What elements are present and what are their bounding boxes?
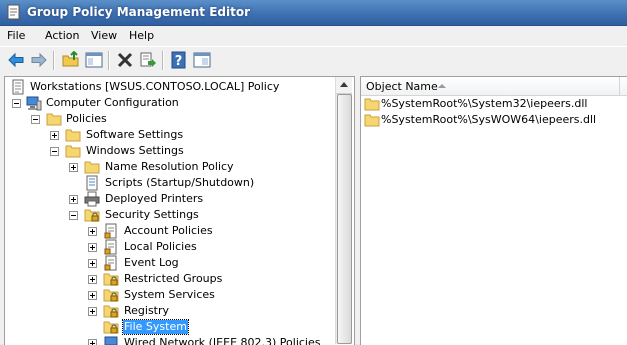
details-pane[interactable]: Object Name %SystemRoot%\System32\iepeer… [360, 76, 627, 345]
policy-icon [104, 255, 117, 271]
delete-icon[interactable] [116, 51, 134, 69]
toolbar-separator [53, 51, 55, 70]
tree-vertical-scrollbar[interactable] [335, 77, 352, 344]
folder-icon [65, 129, 81, 142]
policy-icon [104, 223, 117, 239]
toolbar-separator [162, 51, 164, 70]
folder-icon [364, 114, 380, 127]
expand-icon[interactable] [50, 131, 59, 140]
tree-node-label: System Services [124, 288, 215, 301]
list-item-label: %SystemRoot%\SysWOW64\iepeers.dll [381, 113, 597, 126]
tree-node-label: Scripts (Startup/Shutdown) [105, 176, 255, 189]
tree-node-label-selected: File System [122, 319, 189, 335]
collapse-icon[interactable] [69, 211, 78, 220]
menu-file[interactable]: File [7, 29, 25, 42]
back-icon[interactable] [7, 51, 25, 69]
tree-node-label: Account Policies [124, 224, 213, 237]
folder-icon [65, 145, 81, 158]
list-item[interactable]: %SystemRoot%\SysWOW64\iepeers.dll [361, 112, 627, 128]
tree-node-label: Windows Settings [86, 144, 184, 157]
collapse-icon[interactable] [31, 115, 40, 124]
tree-node-label: Event Log [124, 256, 179, 269]
expand-icon[interactable] [88, 275, 97, 284]
scroll-up-icon[interactable] [336, 77, 352, 94]
console-tree[interactable]: Workstations [WSUS.CONTOSO.LOCAL] Policy… [4, 76, 355, 345]
scripts-icon [86, 175, 98, 191]
policy-document-icon [12, 79, 24, 95]
collapse-icon[interactable] [12, 99, 21, 108]
tree-node-label: Local Policies [124, 240, 197, 253]
printer-icon [84, 191, 100, 207]
menu-action[interactable]: Action [45, 29, 79, 42]
title-bar: Group Policy Management Editor [0, 0, 627, 26]
policy-icon [104, 239, 117, 255]
expand-icon[interactable] [88, 307, 97, 316]
toolbar-separator [108, 51, 110, 70]
properties-icon[interactable] [193, 51, 211, 69]
column-header-object-name[interactable]: Object Name [361, 77, 627, 96]
menu-help[interactable]: Help [129, 29, 154, 42]
security-folder-icon [103, 321, 119, 334]
column-divider[interactable] [619, 77, 620, 95]
folder-icon [46, 113, 62, 126]
menu-view[interactable]: View [91, 29, 117, 42]
collapse-icon[interactable] [50, 147, 59, 156]
expand-icon[interactable] [88, 259, 97, 268]
expand-icon[interactable] [69, 163, 78, 172]
tree-node-label: Name Resolution Policy [105, 160, 234, 173]
folder-icon [84, 161, 100, 174]
sort-ascending-icon [438, 84, 446, 88]
svg-text:?: ? [175, 54, 183, 69]
tree-node-label: Security Settings [105, 208, 199, 221]
list-item[interactable]: %SystemRoot%\System32\iepeers.dll [361, 96, 627, 112]
list-item-label: %SystemRoot%\System32\iepeers.dll [381, 97, 588, 110]
menu-bar: File Action View Help [0, 26, 627, 46]
gpme-app-icon [7, 4, 20, 20]
column-header-label: Object Name [366, 80, 438, 93]
export-list-icon[interactable] [139, 51, 157, 69]
expand-icon[interactable] [88, 339, 97, 345]
tree-node-label: Policies [66, 112, 107, 125]
tree-node-label: Restricted Groups [124, 272, 223, 285]
security-folder-icon [103, 273, 119, 286]
folder-icon [364, 98, 380, 111]
tree-node-label: Software Settings [86, 128, 184, 141]
tree-node-label: Deployed Printers [105, 192, 204, 205]
help-icon[interactable]: ? [170, 51, 188, 69]
tree-node-label: Workstations [WSUS.CONTOSO.LOCAL] Policy [30, 80, 280, 93]
scrollbar-thumb[interactable] [337, 94, 352, 344]
computer-icon [26, 96, 42, 111]
expand-icon[interactable] [88, 291, 97, 300]
security-folder-icon [103, 305, 119, 318]
tree-node-label: Computer Configuration [46, 96, 179, 109]
forward-icon[interactable] [30, 51, 48, 69]
up-folder-icon[interactable] [62, 51, 80, 69]
toolbar: ? [0, 46, 627, 75]
expand-icon[interactable] [88, 243, 97, 252]
show-hide-tree-icon[interactable] [85, 51, 103, 69]
expand-icon[interactable] [69, 195, 78, 204]
security-folder-icon [84, 209, 100, 222]
tree-node-label: Registry [124, 304, 170, 317]
window-title: Group Policy Management Editor [27, 5, 251, 19]
expand-icon[interactable] [88, 227, 97, 236]
security-folder-icon [103, 289, 119, 302]
